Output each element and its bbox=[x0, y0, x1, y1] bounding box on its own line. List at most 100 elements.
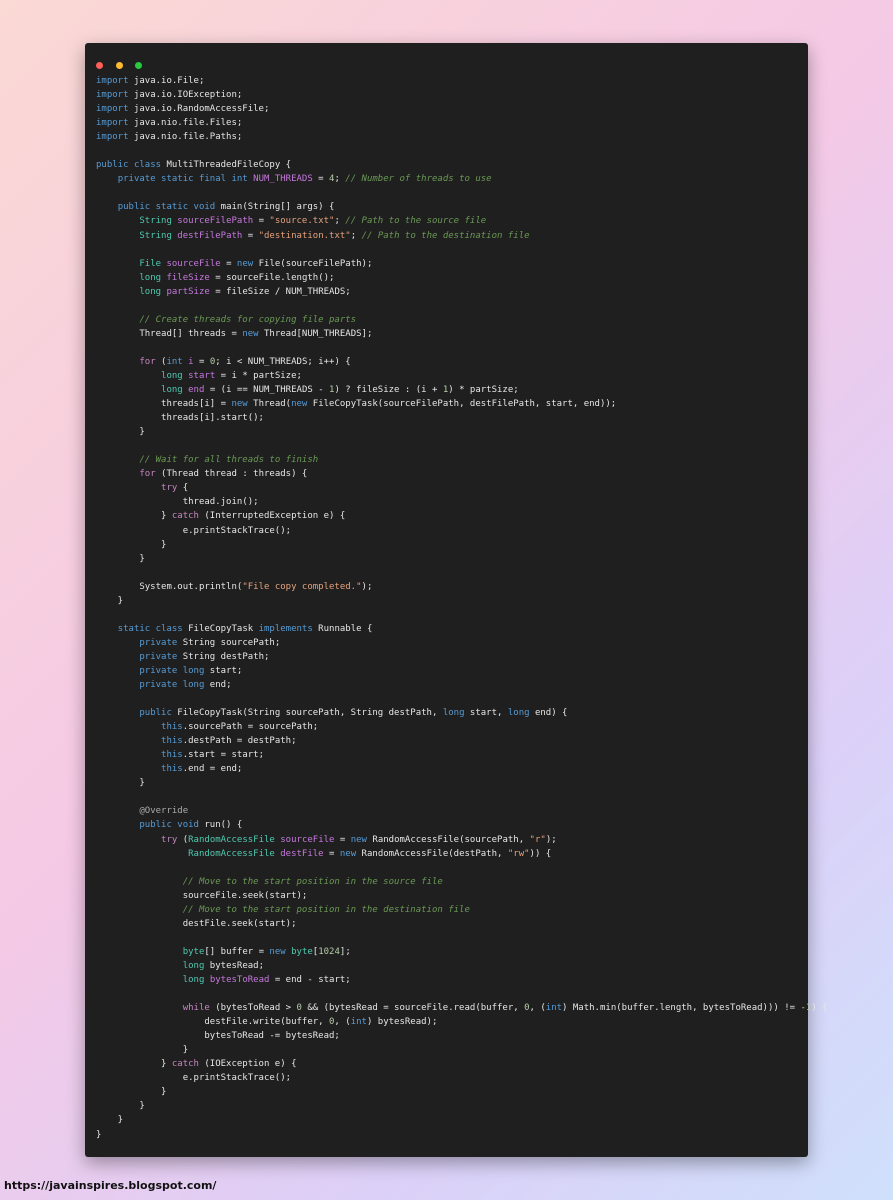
code-token: destFilePath bbox=[177, 230, 243, 241]
code-line: for (Thread thread : threads) { bbox=[96, 467, 828, 481]
code-token: try bbox=[161, 483, 178, 494]
code-line: import java.io.IOException; bbox=[96, 88, 828, 102]
code-token: new bbox=[269, 946, 286, 957]
code-token: thread.join(); bbox=[96, 497, 259, 508]
code-line: } bbox=[96, 1128, 828, 1142]
code-token: Runnable { bbox=[312, 623, 373, 634]
window-controls bbox=[96, 54, 145, 73]
code-token: long bbox=[139, 286, 162, 297]
code-line: System.out.println("File copy completed.… bbox=[96, 580, 828, 594]
code-token: for bbox=[139, 469, 156, 480]
code-line: long fileSize = sourceFile.length(); bbox=[96, 271, 828, 285]
code-line: public class MultiThreadedFileCopy { bbox=[96, 158, 828, 172]
code-line: // Create threads for copying file parts bbox=[96, 313, 828, 327]
code-editor-window: import java.io.File; import java.io.IOExc… bbox=[85, 43, 828, 1157]
code-token: && (bytesRead = sourceFile.read(buffer, bbox=[301, 1003, 525, 1014]
code-token: fileSize bbox=[166, 272, 210, 283]
code-token: = i * partSize; bbox=[215, 370, 302, 381]
code-token: destFile bbox=[280, 848, 324, 859]
code-token: sourceFile bbox=[166, 258, 221, 269]
code-token: } bbox=[96, 778, 145, 789]
code-line: String destFilePath = "destination.txt";… bbox=[96, 229, 828, 243]
code-token: // Number of threads to use bbox=[345, 174, 492, 185]
code-token: FileCopyTask bbox=[182, 623, 259, 634]
code-line: import java.io.File; bbox=[96, 74, 828, 88]
code-line: import java.nio.file.Files; bbox=[96, 116, 828, 130]
code-token: ; i < NUM_THREADS; i++) { bbox=[215, 356, 351, 367]
code-token: )) { bbox=[529, 848, 552, 859]
code-line: try { bbox=[96, 481, 828, 495]
code-token: static class bbox=[117, 623, 183, 634]
code-token: partSize bbox=[166, 286, 210, 297]
code-token: Thread( bbox=[247, 399, 292, 410]
code-token: long bbox=[161, 370, 183, 381]
minimize-dot-icon[interactable] bbox=[115, 62, 123, 69]
code-line: long end = (i == NUM_THREADS - 1) ? file… bbox=[96, 383, 828, 397]
code-token: RandomAccessFile(sourcePath, bbox=[366, 834, 530, 845]
code-token: { bbox=[177, 483, 189, 494]
footer-url[interactable]: https://javainspires.blogspot.com/ bbox=[4, 1179, 216, 1192]
code-token: // Path to the source file bbox=[345, 216, 487, 227]
code-token: public static void bbox=[117, 202, 216, 213]
code-token: .start = start; bbox=[182, 750, 264, 761]
code-token: for bbox=[139, 356, 156, 367]
code-token: // Move to the start position in the sou… bbox=[182, 876, 443, 887]
code-token: = bbox=[193, 356, 210, 367]
code-token: long bbox=[161, 385, 183, 396]
code-line: threads[i] = new Thread(new FileCopyTask… bbox=[96, 397, 828, 411]
code-token: import bbox=[96, 132, 129, 143]
code-line: e.printStackTrace(); bbox=[96, 1071, 828, 1085]
code-token: } bbox=[96, 595, 124, 606]
code-block[interactable]: import java.io.File; import java.io.IOExc… bbox=[96, 74, 828, 1142]
code-line: } catch (InterruptedException e) { bbox=[96, 509, 828, 523]
code-token: ) { bbox=[811, 1003, 828, 1014]
code-token: int bbox=[545, 1003, 563, 1014]
code-line: } catch (IOException e) { bbox=[96, 1057, 828, 1071]
code-token: private static final int bbox=[117, 174, 248, 185]
code-token: java.io.IOException; bbox=[128, 90, 243, 101]
code-token: // Move to the start position in the des… bbox=[182, 904, 470, 915]
code-token: // Path to the destination file bbox=[361, 230, 530, 241]
code-token: Thread[NUM_THREADS]; bbox=[258, 328, 373, 339]
code-line: public FileCopyTask(String sourcePath, S… bbox=[96, 706, 828, 720]
code-token: File bbox=[139, 258, 162, 269]
code-line: Thread[] threads = new Thread[NUM_THREAD… bbox=[96, 327, 828, 341]
code-line: long partSize = fileSize / NUM_THREADS; bbox=[96, 285, 828, 299]
code-token: long bbox=[182, 960, 205, 971]
code-token: run() { bbox=[198, 820, 243, 831]
code-token: MultiThreadedFileCopy { bbox=[161, 160, 292, 171]
code-line: } bbox=[96, 425, 828, 439]
code-token: } bbox=[96, 1101, 145, 1112]
code-token: ); bbox=[361, 581, 373, 592]
code-token: // Wait for all threads to finish bbox=[139, 455, 319, 466]
code-token: String bbox=[139, 216, 172, 227]
code-token: catch bbox=[171, 1059, 199, 1070]
zoom-dot-icon[interactable] bbox=[135, 62, 143, 69]
code-token: sourceFilePath bbox=[177, 216, 254, 227]
code-token: @Override bbox=[139, 806, 189, 817]
code-token: String sourcePath; bbox=[177, 637, 281, 648]
code-token: File(sourceFilePath); bbox=[253, 258, 373, 269]
code-line: try (RandomAccessFile sourceFile = new R… bbox=[96, 833, 828, 847]
code-token: try bbox=[161, 834, 178, 845]
code-token: String destPath; bbox=[177, 651, 270, 662]
close-dot-icon[interactable] bbox=[96, 62, 103, 69]
code-line: } bbox=[96, 1085, 828, 1099]
